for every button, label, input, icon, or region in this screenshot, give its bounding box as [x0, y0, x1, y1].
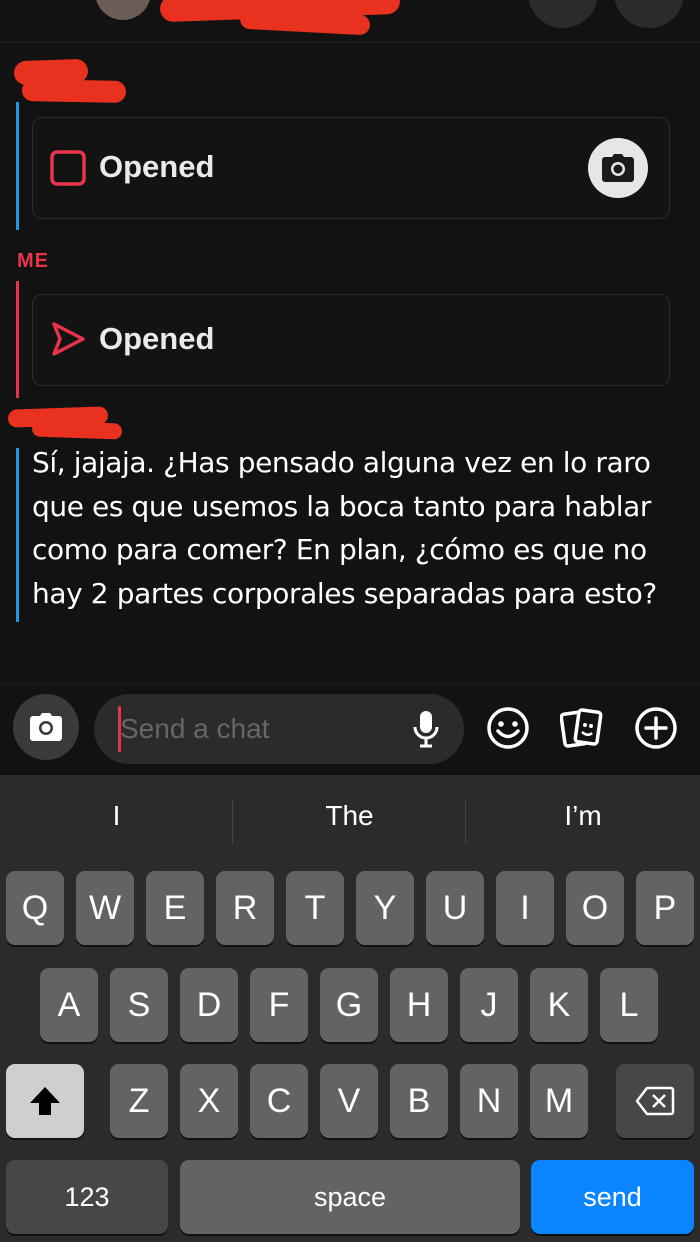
key-y[interactable]: Y	[356, 871, 414, 945]
reply-camera-button[interactable]	[588, 138, 648, 198]
key-f[interactable]: F	[250, 968, 308, 1042]
key-b[interactable]: B	[390, 1064, 448, 1138]
numbers-key[interactable]: 123	[6, 1160, 168, 1234]
key-o[interactable]: O	[566, 871, 624, 945]
key-a[interactable]: A	[40, 968, 98, 1042]
smiley-icon[interactable]	[486, 706, 530, 750]
key-s[interactable]: S	[110, 968, 168, 1042]
key-w[interactable]: W	[76, 871, 134, 945]
space-key[interactable]: space	[180, 1160, 520, 1234]
me-sender-label: ME	[17, 250, 49, 272]
backspace-key[interactable]	[616, 1064, 694, 1138]
shift-key[interactable]	[6, 1064, 84, 1138]
key-r[interactable]: R	[216, 871, 274, 945]
friend-message-bar-2	[16, 448, 19, 622]
key-p[interactable]: P	[636, 871, 694, 945]
video-call-button[interactable]	[614, 0, 684, 28]
camera-icon	[602, 154, 634, 182]
received-snap-status: Opened	[99, 149, 215, 184]
key-e[interactable]: E	[146, 871, 204, 945]
key-h[interactable]: H	[390, 968, 448, 1042]
friend-message-bar	[16, 102, 19, 230]
key-u[interactable]: U	[426, 871, 484, 945]
backspace-icon	[635, 1086, 675, 1116]
key-x[interactable]: X	[180, 1064, 238, 1138]
camera-button[interactable]	[13, 694, 79, 760]
suggestion-1[interactable]: I	[0, 800, 233, 832]
sent-snap-arrow-icon	[52, 322, 85, 356]
send-key[interactable]: send	[531, 1160, 694, 1234]
key-i[interactable]: I	[496, 871, 554, 945]
key-g[interactable]: G	[320, 968, 378, 1042]
chat-message-text: Sí, jajaja. ¿Has pensado alguna vez en l…	[32, 446, 657, 610]
key-n[interactable]: N	[460, 1064, 518, 1138]
friend-avatar[interactable]	[95, 0, 151, 20]
suggestion-3[interactable]: I’m	[466, 800, 700, 832]
microphone-icon[interactable]	[412, 710, 440, 748]
chat-header	[0, 0, 700, 43]
call-button[interactable]	[528, 0, 598, 28]
camera-icon	[30, 713, 62, 741]
plus-icon[interactable]	[634, 706, 678, 750]
shift-arrow-icon	[30, 1087, 60, 1115]
send-a-chat-input[interactable]	[120, 708, 400, 750]
text-cursor	[118, 706, 121, 752]
sent-snap-status: Opened	[99, 321, 215, 356]
key-d[interactable]: D	[180, 968, 238, 1042]
key-q[interactable]: Q	[6, 871, 64, 945]
redacted-sender-name-2	[21, 79, 127, 103]
key-z[interactable]: Z	[110, 1064, 168, 1138]
redacted-sender-name-4	[31, 420, 123, 440]
key-c[interactable]: C	[250, 1064, 308, 1138]
chat-input-field[interactable]	[94, 694, 464, 764]
key-t[interactable]: T	[286, 871, 344, 945]
key-k[interactable]: K	[530, 968, 588, 1042]
stickers-icon[interactable]	[560, 706, 604, 750]
received-snap-square-icon	[50, 150, 86, 186]
key-l[interactable]: L	[600, 968, 658, 1042]
key-m[interactable]: M	[530, 1064, 588, 1138]
suggestion-2[interactable]: The	[233, 800, 466, 832]
back-chevron-icon[interactable]	[30, 0, 58, 8]
key-v[interactable]: V	[320, 1064, 378, 1138]
me-message-bar	[16, 281, 19, 398]
key-j[interactable]: J	[460, 968, 518, 1042]
